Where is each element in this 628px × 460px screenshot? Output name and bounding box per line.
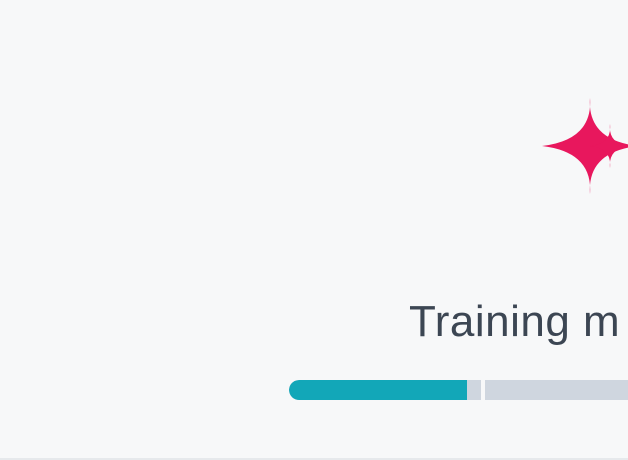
- sparkle-icon: [542, 98, 628, 194]
- training-progress-bar: [289, 380, 628, 400]
- training-status-text: Training m: [409, 297, 621, 346]
- loading-screen: Training m: [0, 0, 628, 460]
- progress-bar-fill: [289, 380, 467, 400]
- progress-bar-divider: [481, 380, 485, 400]
